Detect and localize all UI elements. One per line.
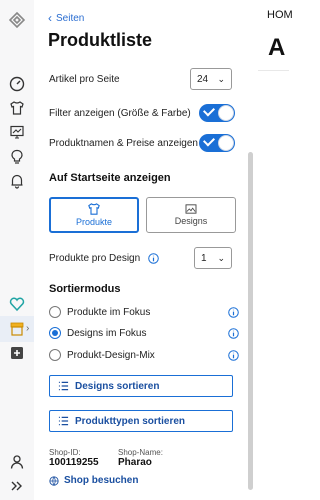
names-prices-toggle-label: Produktnamen & Preise anzeigen — [49, 138, 198, 149]
tab-products-label: Produkte — [75, 217, 113, 227]
shop-id-value: 100119255 — [49, 457, 99, 468]
chevron-down-icon: ⌄ — [217, 252, 225, 263]
toggle-knob — [218, 105, 234, 121]
info-icon[interactable] — [228, 327, 239, 339]
settings-panel: ‹ Seiten Produktliste Artikel pro Seite … — [34, 0, 259, 500]
sort-heading: Sortiermodus — [49, 283, 121, 295]
products-per-design-value: 1 — [201, 252, 207, 264]
tab-designs-label: Designs — [174, 216, 208, 226]
preview-divider — [258, 70, 289, 71]
chevron-down-icon: ⌄ — [217, 73, 225, 84]
list-icon — [58, 381, 69, 391]
design-icon[interactable] — [9, 124, 25, 140]
info-icon[interactable] — [228, 306, 239, 318]
products-per-design-row: Produkte pro Design — [49, 253, 159, 264]
list-icon — [58, 416, 69, 426]
items-per-page-label: Artikel pro Seite — [49, 74, 120, 85]
sort-option-label: Produkte im Fokus — [67, 306, 151, 318]
preview-heading: A — [268, 34, 286, 61]
back-link[interactable]: ‹ Seiten — [48, 11, 84, 25]
lightbulb-icon[interactable] — [9, 149, 25, 165]
info-icon[interactable] — [148, 253, 159, 264]
tab-designs[interactable]: Designs — [146, 197, 236, 233]
info-icon[interactable] — [228, 349, 239, 361]
plus-box-icon[interactable] — [9, 345, 25, 361]
startpage-heading: Auf Startseite anzeigen — [49, 172, 171, 184]
sort-designs-button[interactable]: Designs sortieren — [49, 375, 233, 397]
user-icon[interactable] — [9, 454, 25, 470]
sort-option-label: Designs im Fokus — [67, 327, 147, 339]
items-per-page-select[interactable]: 24 ⌄ — [190, 68, 232, 90]
chevron-right-icon[interactable]: › — [26, 323, 29, 334]
tab-products[interactable]: Produkte — [49, 197, 139, 233]
names-prices-toggle[interactable] — [199, 134, 235, 152]
shop-name-label: Shop-Name: — [118, 448, 163, 457]
image-icon — [185, 204, 197, 214]
sort-types-label: Produkttypen sortieren — [75, 415, 186, 427]
shop-preview: HOM A — [258, 0, 293, 500]
back-link-label: Seiten — [56, 12, 85, 24]
globe-icon — [49, 475, 59, 486]
sort-option-designs-focus[interactable]: Designs im Fokus — [49, 326, 239, 340]
tshirt-icon — [88, 203, 100, 215]
radio-button[interactable] — [49, 306, 61, 318]
radio-button[interactable] — [49, 349, 61, 361]
visit-shop-link[interactable]: Shop besuchen — [49, 475, 138, 486]
sort-option-mix[interactable]: Produkt-Design-Mix — [49, 348, 239, 362]
bell-icon[interactable] — [9, 173, 25, 189]
heart-check-icon[interactable] — [9, 296, 25, 312]
sort-option-products-focus[interactable]: Produkte im Fokus — [49, 305, 239, 319]
sort-product-types-button[interactable]: Produkttypen sortieren — [49, 410, 233, 432]
side-icon-rail: › — [0, 0, 35, 500]
page-title: Produktliste — [48, 30, 153, 50]
tshirt-icon[interactable] — [9, 100, 25, 116]
filter-toggle-label: Filter anzeigen (Größe & Farbe) — [49, 108, 191, 119]
sort-option-label: Produkt-Design-Mix — [67, 349, 155, 361]
toggle-knob — [218, 135, 234, 151]
chevron-left-icon: ‹ — [48, 11, 52, 25]
preview-nav-text: HOM — [267, 9, 293, 21]
shop-icon[interactable] — [9, 321, 25, 337]
radio-button-selected[interactable] — [49, 327, 61, 339]
logo-icon[interactable] — [9, 12, 25, 28]
dashboard-icon[interactable] — [9, 76, 25, 92]
check-icon — [202, 104, 216, 117]
shop-name-value: Pharao — [118, 457, 152, 468]
shop-id-label: Shop-ID: — [49, 448, 81, 457]
items-per-page-value: 24 — [197, 73, 209, 85]
products-per-design-select[interactable]: 1 ⌄ — [194, 247, 232, 269]
filter-toggle[interactable] — [199, 104, 235, 122]
check-icon — [202, 134, 216, 147]
panel-scrollbar[interactable] — [248, 152, 253, 490]
products-per-design-label: Produkte pro Design — [49, 253, 141, 264]
double-chevron-icon[interactable] — [9, 478, 25, 494]
sort-designs-label: Designs sortieren — [75, 380, 160, 392]
visit-shop-label: Shop besuchen — [64, 475, 139, 486]
